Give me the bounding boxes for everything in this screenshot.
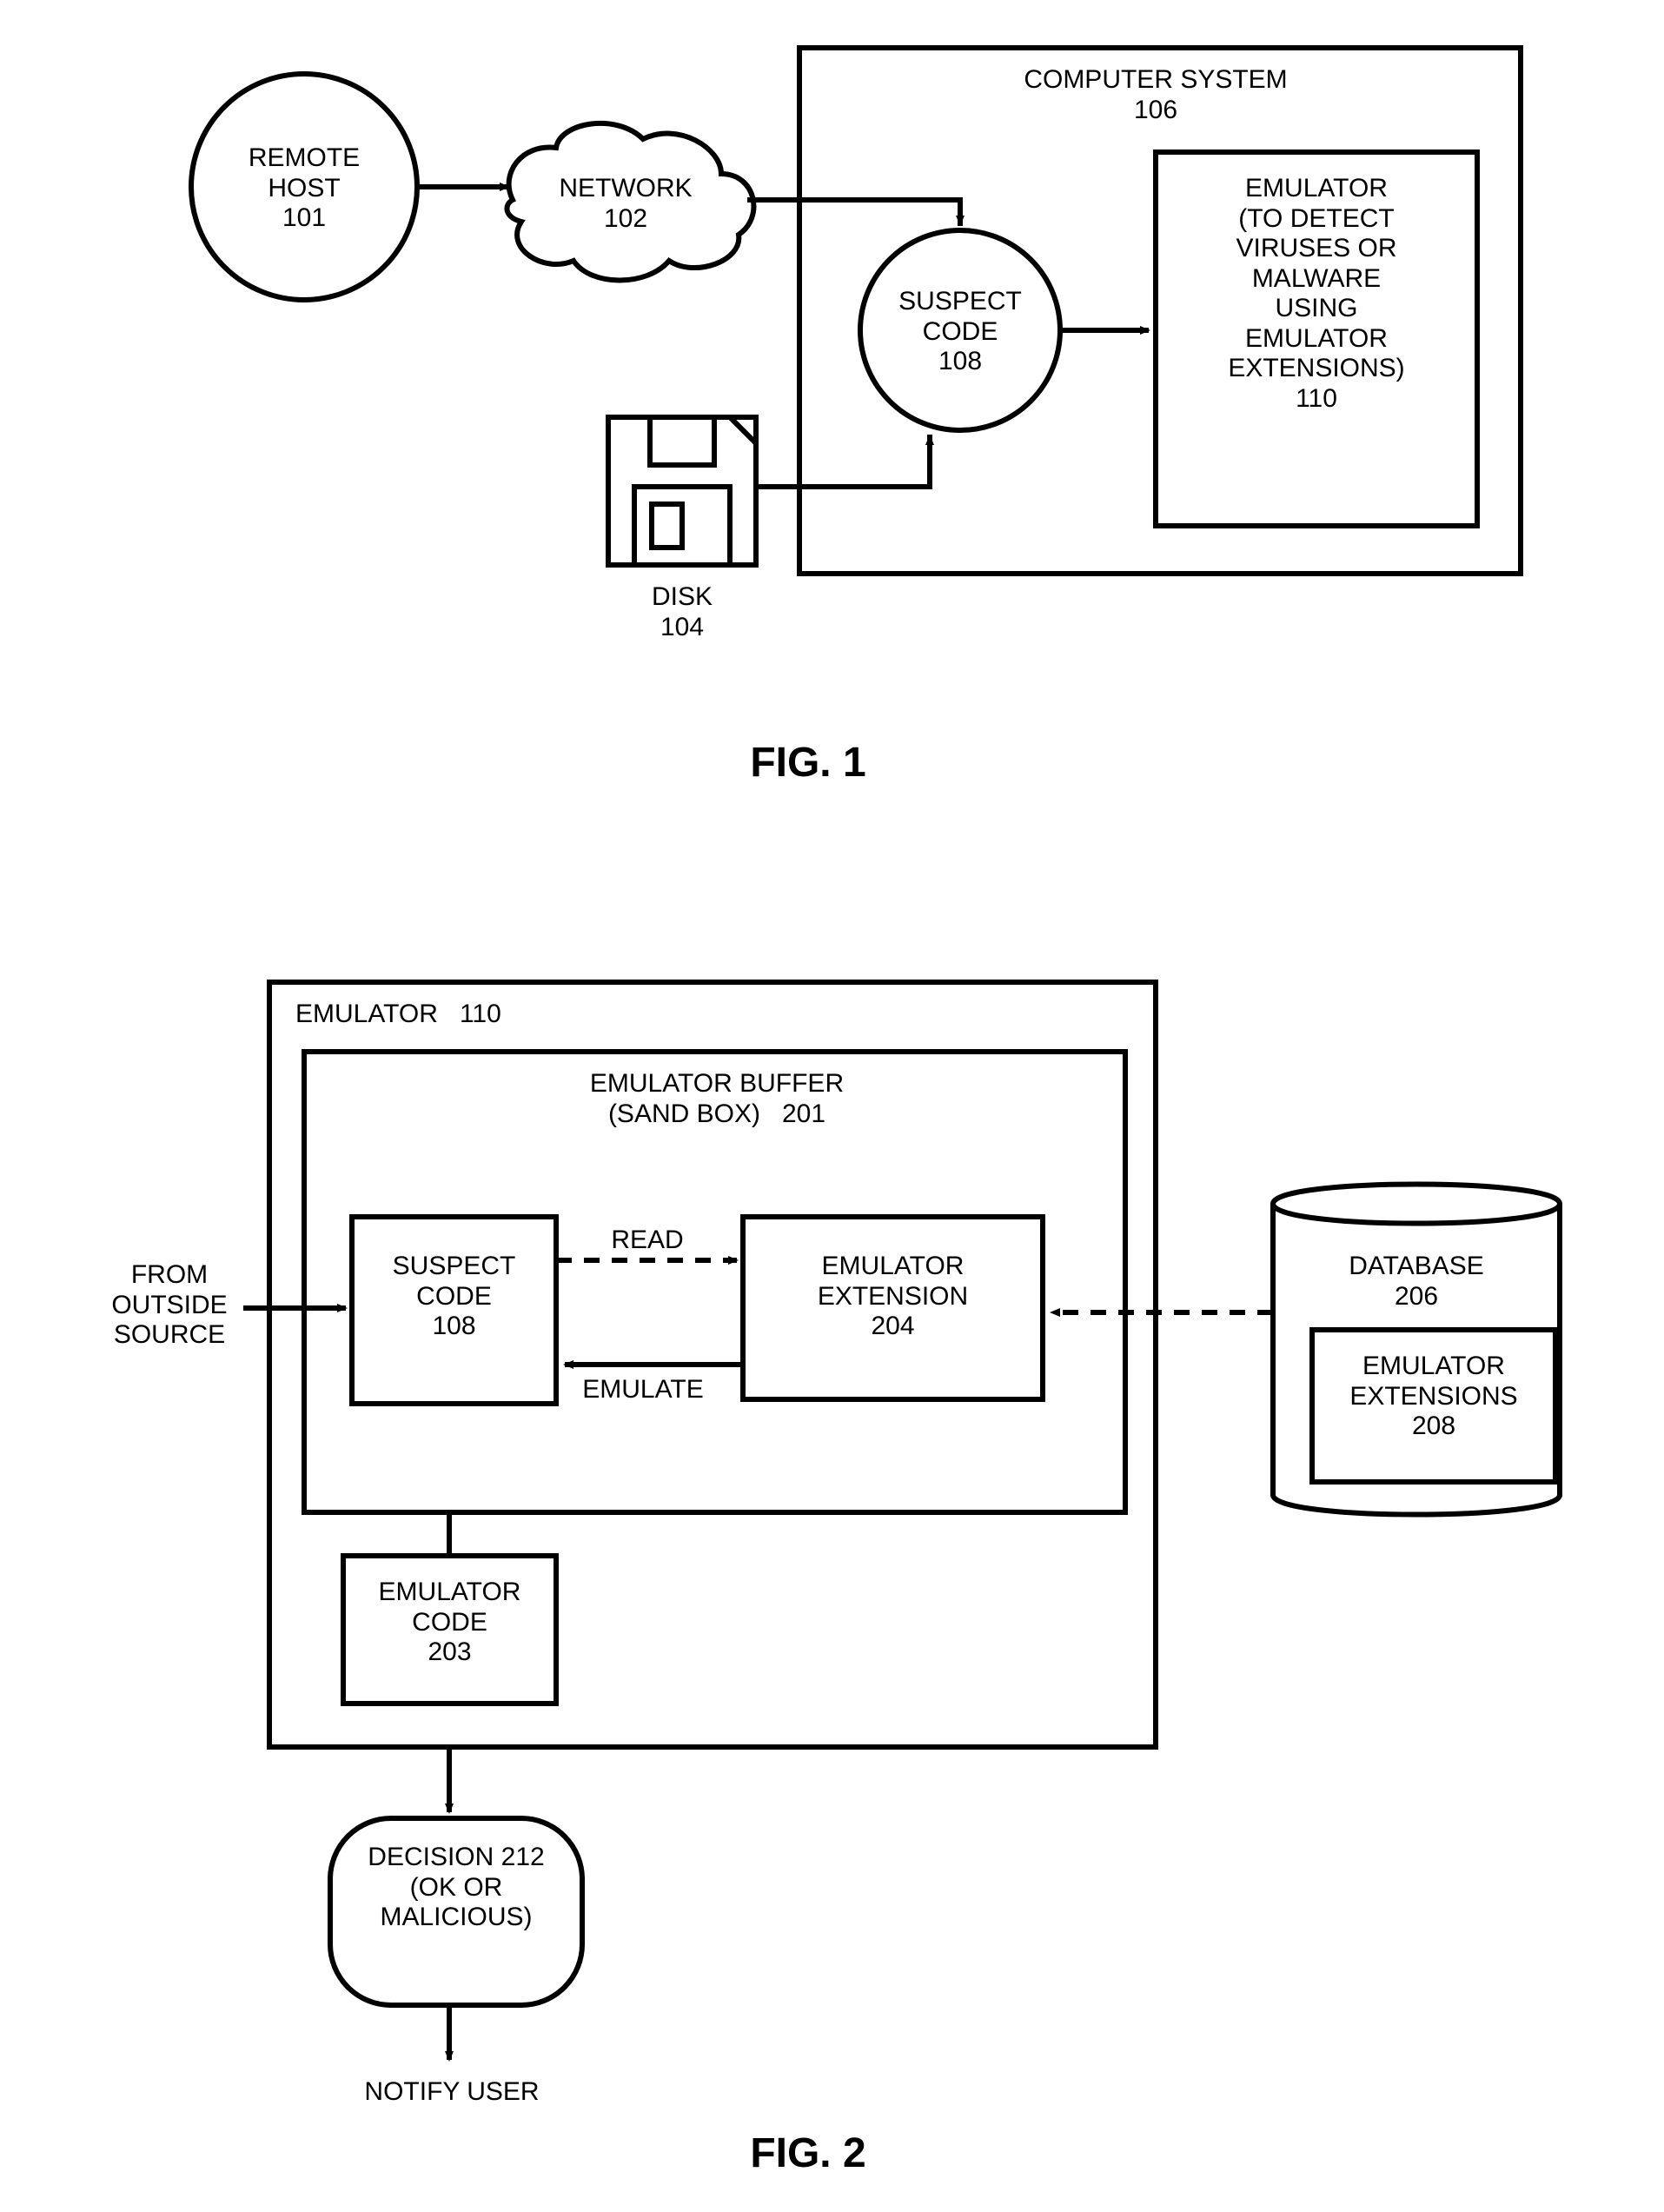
from-outside-label: FROM OUTSIDE SOURCE [96, 1260, 243, 1351]
sandbox-l2: (SAND BOX) [608, 1099, 760, 1128]
remote-host-num: 101 [282, 203, 326, 232]
decision-label: DECISION 212 (OK OR MALICIOUS) [339, 1843, 573, 1933]
fo-l3: SOURCE [114, 1320, 225, 1349]
suspect-code-label-f2: SUSPECT CODE 108 [361, 1252, 547, 1342]
remote-host-label: REMOTE HOST 101 [226, 143, 382, 234]
computer-system-label: COMPUTER SYSTEM 106 [938, 65, 1373, 125]
dec-l3: MALICIOUS) [380, 1903, 532, 1931]
notify-label: NOTIFY USER [330, 2077, 573, 2108]
emu-f2-num: 110 [460, 1000, 501, 1028]
database-label: DATABASE 206 [1295, 1252, 1538, 1312]
fo-l1: FROM [131, 1260, 208, 1289]
ee-l1: EMULATOR [822, 1252, 965, 1280]
disk-num: 104 [660, 613, 704, 641]
read-label: READ [582, 1226, 713, 1256]
network-line1: NETWORK [559, 174, 692, 203]
ec-l1: EMULATOR [379, 1578, 521, 1606]
computer-system-line1: COMPUTER SYSTEM [1024, 65, 1287, 94]
emu-f1-l3: VIRUSES OR [1236, 234, 1396, 262]
emu-f1-l7: EXTENSIONS) [1228, 354, 1404, 382]
fig1-caption: FIG. 1 [678, 739, 938, 787]
remote-host-line2: HOST [268, 174, 340, 203]
sandbox-l1: EMULATOR BUFFER [590, 1069, 844, 1098]
emu-f1-l1: EMULATOR [1245, 174, 1388, 203]
ee-l2: EXTENSION [818, 1282, 968, 1311]
ee-num: 204 [871, 1312, 914, 1340]
dec-num: 212 [501, 1843, 545, 1871]
emu-code-label: EMULATOR CODE 203 [352, 1578, 547, 1668]
ees-l2: EXTENSIONS [1349, 1382, 1517, 1411]
sc-f2-l1: SUSPECT [393, 1252, 516, 1280]
disk-label: DISK 104 [608, 582, 756, 642]
sandbox-num: 201 [782, 1099, 825, 1128]
computer-system-num: 106 [1134, 96, 1177, 124]
sc-f2-num: 108 [432, 1312, 475, 1340]
suspect-code-line1-f1: SUSPECT [898, 287, 1022, 316]
emulator-label-f2: EMULATOR 110 [295, 1000, 556, 1030]
emulator-label-f1: EMULATOR (TO DETECT VIRUSES OR MALWARE U… [1169, 174, 1464, 414]
ec-l2: CODE [412, 1608, 487, 1637]
sandbox-label: EMULATOR BUFFER (SAND BOX) 201 [456, 1069, 978, 1129]
emu-f1-num: 110 [1296, 384, 1337, 413]
ees-num: 208 [1412, 1412, 1455, 1440]
emu-f2-l1: EMULATOR [295, 1000, 438, 1028]
network-num: 102 [604, 204, 647, 233]
remote-host-line1: REMOTE [249, 143, 360, 172]
suspect-code-num-f1: 108 [938, 347, 982, 375]
dec-l2: (OK OR [410, 1873, 503, 1902]
emu-f1-l2: (TO DETECT [1238, 204, 1394, 233]
suspect-code-label-f1: SUSPECT CODE 108 [882, 287, 1038, 377]
emu-f1-l6: EMULATOR [1245, 324, 1388, 353]
emu-exts-label: EMULATOR EXTENSIONS 208 [1312, 1352, 1555, 1442]
db-num: 206 [1395, 1282, 1438, 1311]
network-label: NETWORK 102 [539, 174, 713, 234]
db-l1: DATABASE [1349, 1252, 1484, 1280]
emulate-label: EMULATE [556, 1375, 730, 1405]
sc-f2-l2: CODE [416, 1282, 492, 1311]
disk-line1: DISK [652, 582, 713, 611]
emu-f1-l5: USING [1275, 294, 1357, 322]
fo-l2: OUTSIDE [111, 1291, 227, 1319]
suspect-code-line2-f1: CODE [923, 317, 998, 346]
ees-l1: EMULATOR [1362, 1352, 1505, 1380]
ec-num: 203 [428, 1637, 471, 1666]
emu-f1-l4: MALWARE [1252, 264, 1381, 293]
fig2-caption: FIG. 2 [678, 2129, 938, 2177]
emu-ext-label: EMULATOR EXTENSION 204 [752, 1252, 1034, 1342]
dec-l1: DECISION [368, 1843, 494, 1871]
